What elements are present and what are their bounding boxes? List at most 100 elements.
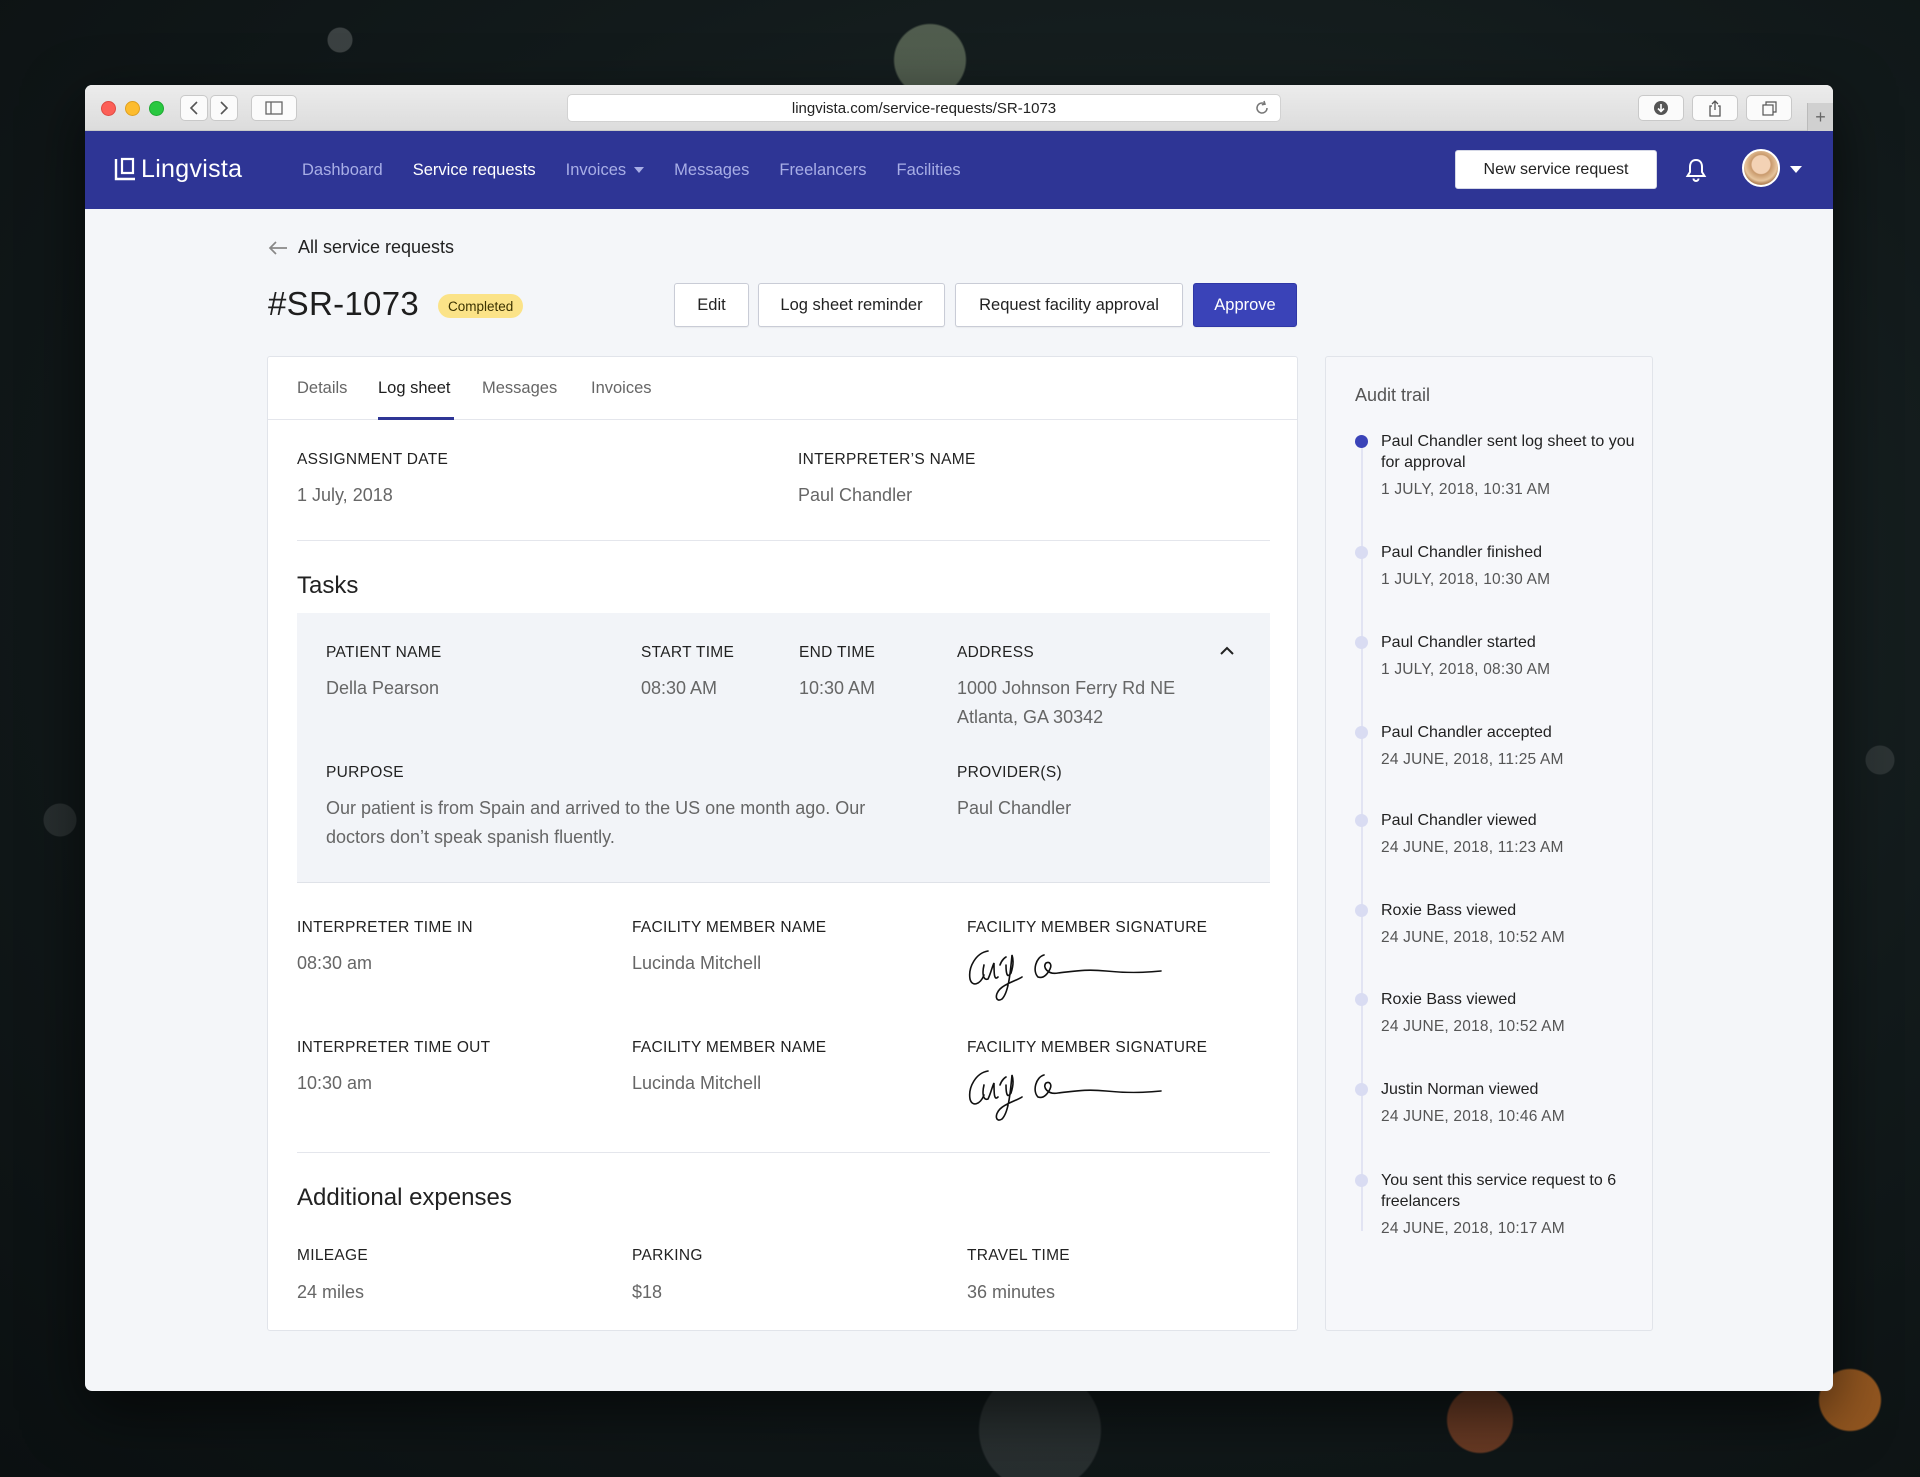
downloads-button[interactable] [1638, 95, 1684, 121]
interpreter-time-out-label: INTERPRETER TIME OUT [297, 1039, 491, 1056]
divider [297, 1152, 1270, 1153]
app-header: Lingvista Dashboard Service requests Inv… [85, 131, 1833, 209]
start-time-label: START TIME [641, 644, 735, 661]
arrow-left-icon [268, 240, 287, 255]
facility-member-signature-label: FACILITY MEMBER SIGNATURE [967, 919, 1208, 936]
audit-event: Roxie Bass viewed 24 JUNE, 2018, 10:52 A… [1355, 900, 1645, 947]
show-tabs-button[interactable] [1746, 95, 1792, 121]
address-line2: Atlanta, GA 30342 [957, 707, 1104, 727]
audit-event: Justin Norman viewed 24 JUNE, 2018, 10:4… [1355, 1079, 1645, 1126]
assignment-date-value: 1 July, 2018 [297, 485, 393, 505]
timeline-dot [1355, 636, 1368, 649]
audit-event-time: 24 JUNE, 2018, 10:52 AM [1381, 1018, 1565, 1035]
signature-image [968, 1070, 1162, 1121]
timeline-dot [1355, 546, 1368, 559]
bell-icon[interactable] [1685, 157, 1707, 183]
parking-label: PARKING [632, 1247, 703, 1264]
purpose-label: PURPOSE [326, 764, 404, 781]
audit-event-time: 1 JULY, 2018, 10:30 AM [1381, 571, 1551, 588]
audit-event-time: 24 JUNE, 2018, 10:17 AM [1381, 1220, 1565, 1237]
signature-image [968, 950, 1162, 1001]
audit-event-time: 24 JUNE, 2018, 10:52 AM [1381, 929, 1565, 946]
edit-button[interactable]: Edit [674, 283, 749, 327]
tabs-icon [1761, 100, 1777, 116]
sidebar-toggle-button[interactable] [251, 95, 297, 121]
nav-invoices[interactable]: Invoices [566, 161, 645, 180]
nav-dashboard[interactable]: Dashboard [302, 161, 383, 180]
travel-time-value: 36 minutes [967, 1282, 1056, 1302]
sidebar-icon [265, 101, 283, 115]
tab-invoices[interactable]: Invoices [591, 379, 652, 398]
nav-invoices-label: Invoices [565, 160, 627, 179]
nav-service-requests[interactable]: Service requests [413, 161, 536, 180]
address-line1: 1000 Johnson Ferry Rd NE [957, 678, 1176, 698]
audit-event-text: Paul Chandler finished [1381, 544, 1542, 561]
nav-messages[interactable]: Messages [674, 161, 749, 180]
tab-details[interactable]: Details [297, 379, 347, 398]
timeline-dot [1355, 814, 1368, 827]
audit-event-time: 1 JULY, 2018, 08:30 AM [1381, 661, 1551, 678]
audit-event-time: 1 JULY, 2018, 10:31 AM [1381, 481, 1551, 498]
logo[interactable]: Lingvista [113, 155, 242, 184]
browser-toolbar: lingvista.com/service-requests/SR-1073 + [85, 85, 1833, 131]
nav-facilities[interactable]: Facilities [896, 161, 960, 180]
audit-event-text: Paul Chandler started [1381, 634, 1536, 651]
new-tab-button[interactable]: + [1807, 103, 1833, 131]
reload-icon[interactable] [1254, 100, 1270, 116]
tasks-heading: Tasks [297, 572, 359, 599]
parking-value: $18 [632, 1282, 663, 1302]
audit-event-text: You sent this service request to 6 freel… [1381, 1172, 1617, 1210]
audit-event-text: Justin Norman viewed [1381, 1081, 1539, 1098]
forward-button[interactable] [210, 95, 238, 121]
download-icon [1654, 101, 1668, 115]
approve-button[interactable]: Approve [1193, 283, 1297, 327]
main-nav: Dashboard Service requests Invoices Mess… [302, 131, 991, 209]
facility-member-name-value: Lucinda Mitchell [632, 953, 762, 973]
timeline-dot [1355, 1083, 1368, 1096]
timeline-dot [1355, 726, 1368, 739]
facility-member-name-label: FACILITY MEMBER NAME [632, 1039, 827, 1056]
minimize-window-button[interactable] [125, 101, 140, 116]
zoom-window-button[interactable] [149, 101, 164, 116]
facility-member-name-label: FACILITY MEMBER NAME [632, 919, 827, 936]
purpose-line2: doctors don’t speak spanish fluently. [326, 827, 615, 847]
audit-event-text: Paul Chandler accepted [1381, 724, 1552, 741]
status-badge: Completed [438, 294, 524, 318]
close-window-button[interactable] [101, 101, 116, 116]
back-button[interactable] [180, 95, 208, 121]
request-facility-approval-button[interactable]: Request facility approval [955, 283, 1183, 327]
address-bar[interactable]: lingvista.com/service-requests/SR-1073 [567, 94, 1281, 122]
additional-expenses-heading: Additional expenses [297, 1184, 512, 1211]
end-time-value: 10:30 AM [799, 678, 876, 698]
audit-event-time: 24 JUNE, 2018, 11:25 AM [1381, 751, 1564, 768]
avatar[interactable] [1742, 149, 1780, 187]
providers-label: PROVIDER(S) [957, 764, 1062, 781]
new-service-request-button[interactable]: New service request [1455, 150, 1657, 189]
chevron-up-icon[interactable] [1219, 646, 1235, 656]
audit-event: Paul Chandler started 1 JULY, 2018, 08:3… [1355, 632, 1645, 679]
assignment-date-label: ASSIGNMENT DATE [297, 451, 449, 468]
audit-event: Roxie Bass viewed 24 JUNE, 2018, 10:52 A… [1355, 989, 1645, 1036]
facility-member-name-value: Lucinda Mitchell [632, 1073, 762, 1093]
divider [297, 540, 1270, 541]
share-button[interactable] [1692, 95, 1738, 121]
tab-messages[interactable]: Messages [482, 379, 557, 398]
mileage-label: MILEAGE [297, 1247, 369, 1264]
forward-icon [220, 101, 229, 115]
back-link[interactable]: All service requests [268, 237, 454, 258]
audit-event: Paul Chandler finished 1 JULY, 2018, 10:… [1355, 542, 1645, 589]
tab-log-sheet[interactable]: Log sheet [378, 379, 450, 398]
interpreter-time-out-value: 10:30 am [297, 1073, 373, 1093]
purpose-line1: Our patient is from Spain and arrived to… [326, 798, 866, 818]
logo-icon [114, 157, 135, 180]
audit-event: You sent this service request to 6 freel… [1355, 1170, 1645, 1238]
task-panel: PATIENT NAME Della Pearson START TIME 08… [297, 613, 1270, 883]
audit-event: Paul Chandler viewed 24 JUNE, 2018, 11:2… [1355, 810, 1645, 857]
nav-freelancers[interactable]: Freelancers [779, 161, 866, 180]
interpreter-name-value: Paul Chandler [798, 485, 913, 505]
interpreter-time-in-label: INTERPRETER TIME IN [297, 919, 473, 936]
chevron-down-icon[interactable] [1790, 166, 1802, 173]
page-title: #SR-1073 [268, 285, 419, 322]
audit-event-text: Paul Chandler viewed [1381, 812, 1537, 829]
log-sheet-reminder-button[interactable]: Log sheet reminder [758, 283, 945, 327]
